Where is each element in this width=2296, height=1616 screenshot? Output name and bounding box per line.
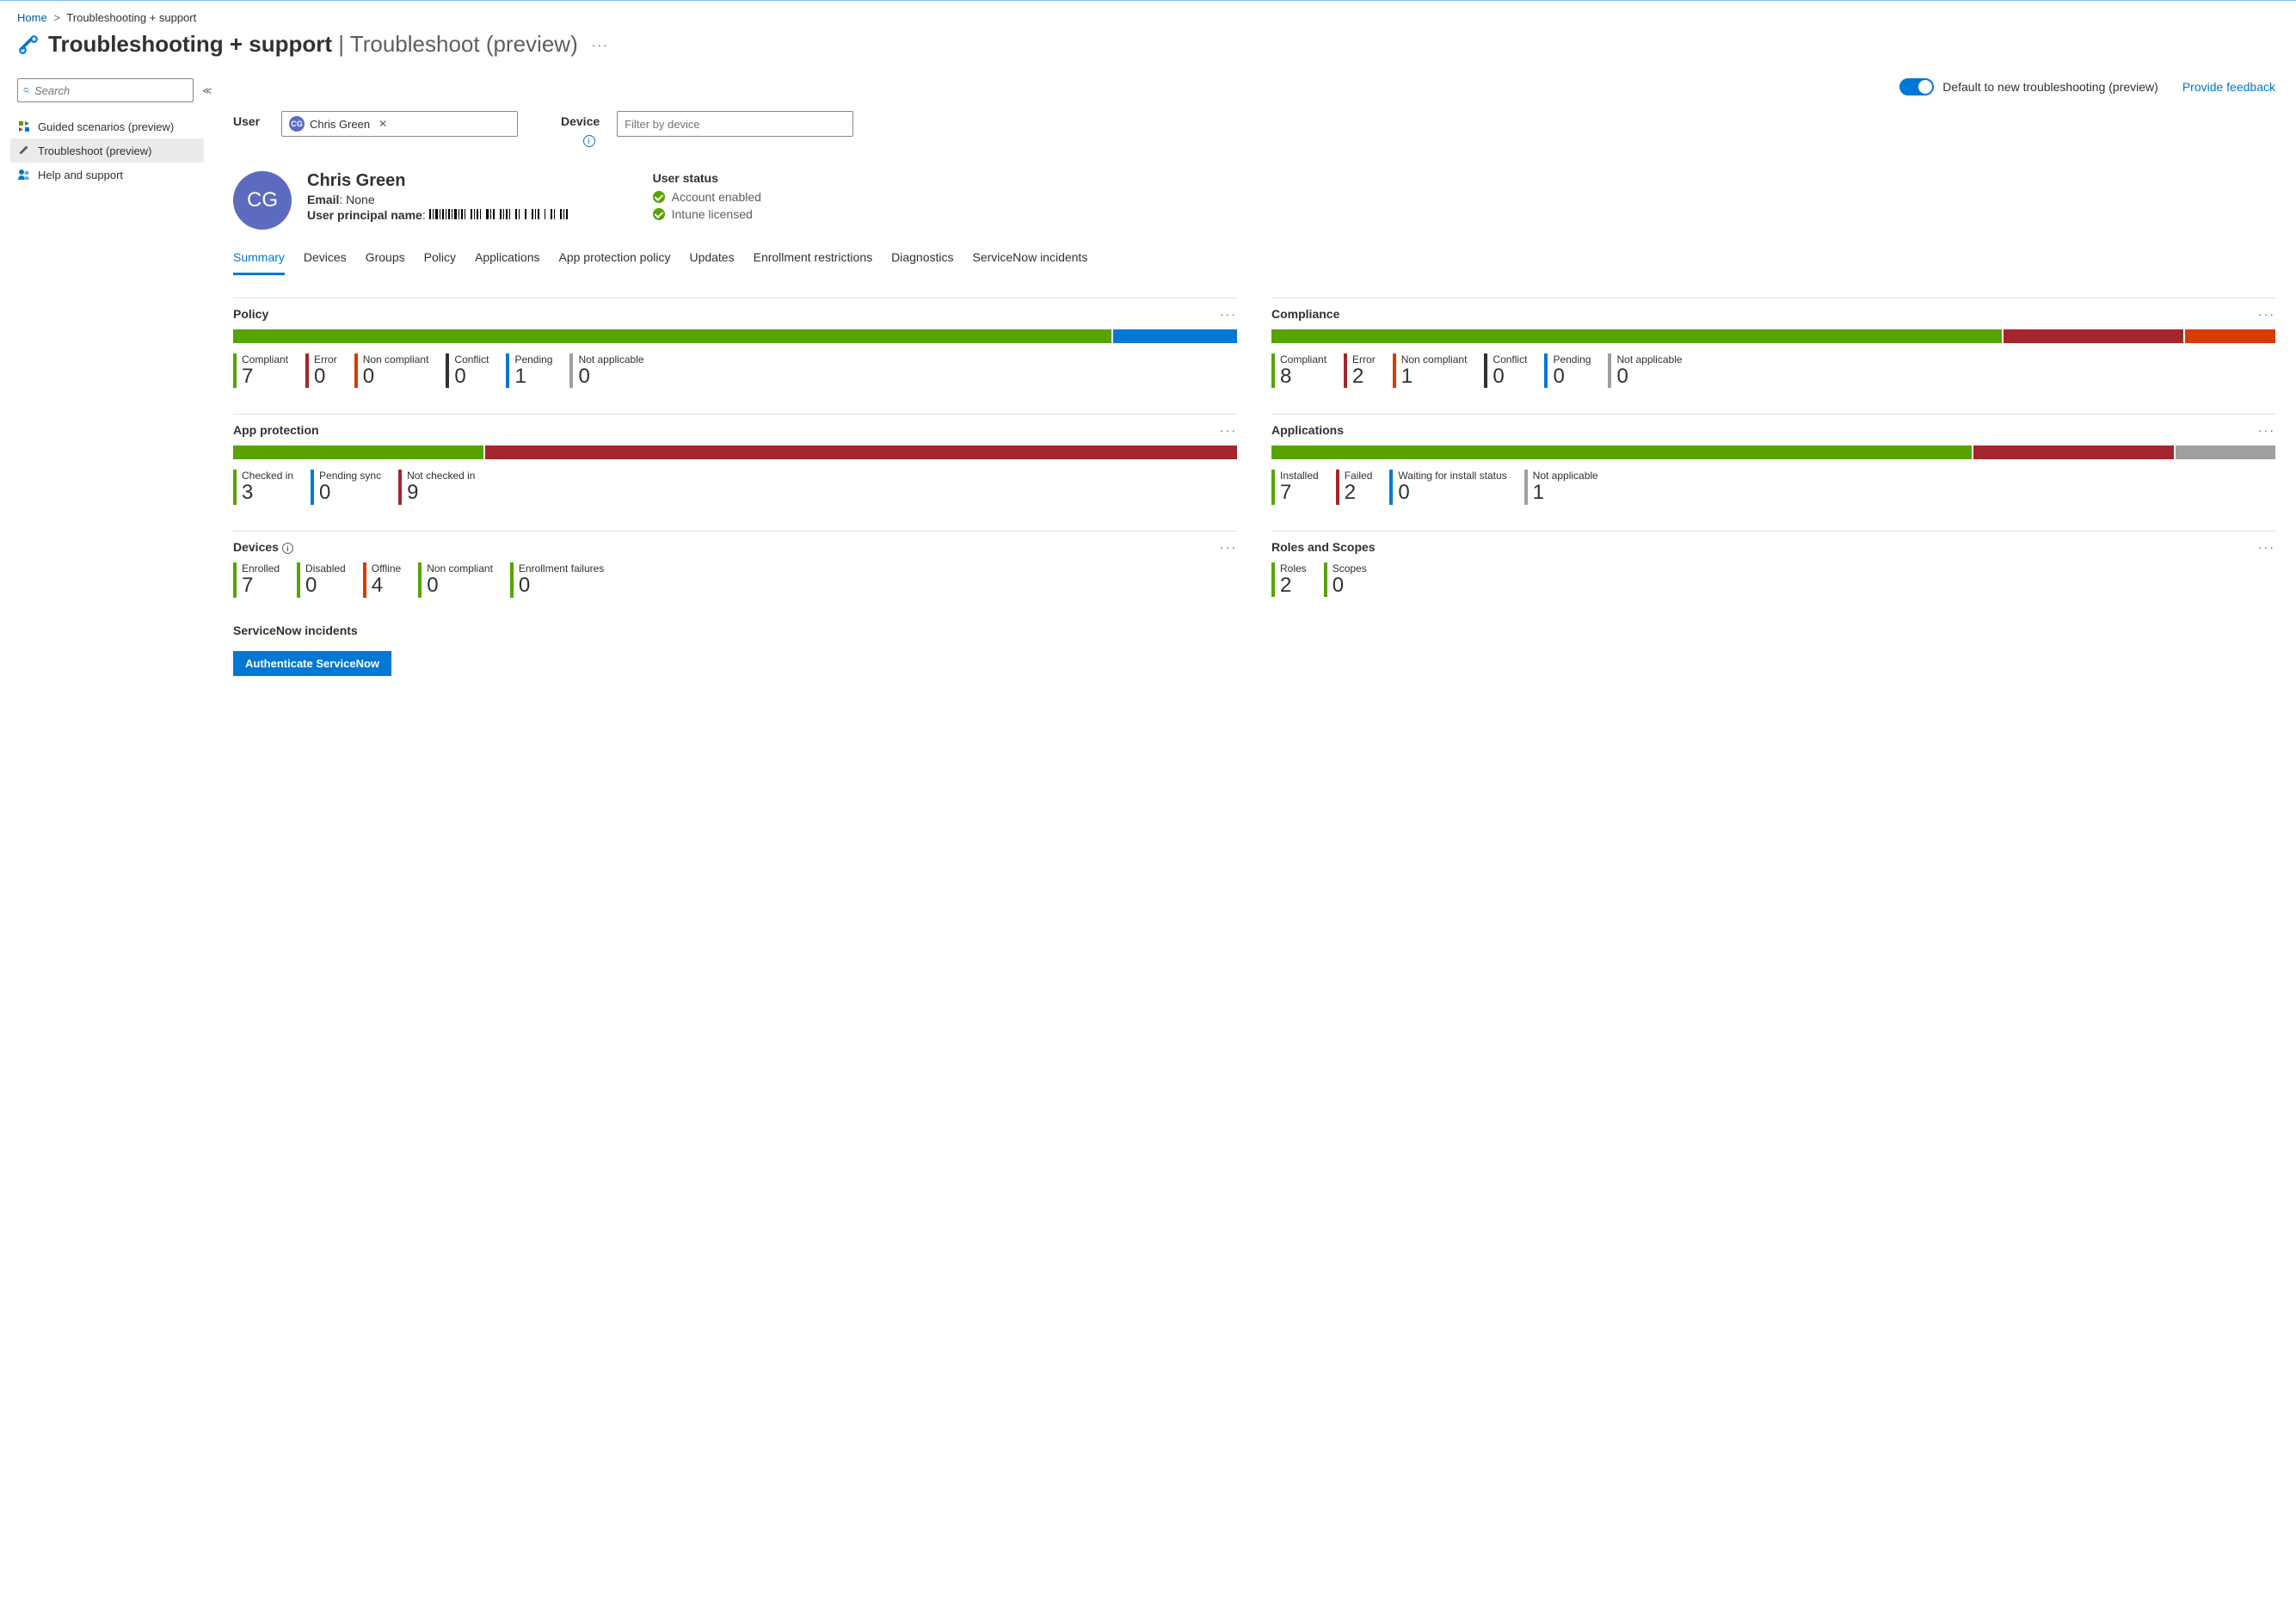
stat-roles[interactable]: Roles2: [1271, 562, 1319, 597]
sidebar-item-help-and-support[interactable]: Help and support: [10, 163, 204, 187]
status-bar: [1271, 329, 2275, 343]
stat-waiting-for-install-status[interactable]: Waiting for install status0: [1389, 470, 1518, 504]
stat-pending-sync[interactable]: Pending sync0: [311, 470, 393, 504]
user-filter-input[interactable]: CG Chris Green ✕: [281, 111, 518, 137]
stat-checked-in[interactable]: Checked in3: [233, 470, 305, 504]
provide-feedback-link[interactable]: Provide feedback: [2182, 80, 2275, 94]
stat-not-applicable[interactable]: Not applicable0: [569, 353, 656, 388]
card-compliance: Compliance ··· Compliant8Error2Non complia…: [1271, 298, 2275, 388]
tab-applications[interactable]: Applications: [475, 247, 540, 275]
user-chip-avatar: CG: [289, 116, 305, 132]
default-troubleshoot-toggle[interactable]: [1899, 78, 1934, 95]
status-bar: [233, 445, 1237, 459]
user-avatar: CG: [233, 171, 292, 230]
toolbar: Default to new troubleshooting (preview)…: [233, 78, 2275, 95]
clear-user-icon[interactable]: ✕: [379, 118, 387, 130]
upn-redacted: [429, 208, 576, 222]
tab-enrollment-restrictions[interactable]: Enrollment restrictions: [754, 247, 873, 275]
stat-error[interactable]: Error2: [1344, 353, 1388, 388]
card-more-icon[interactable]: ···: [2258, 540, 2275, 554]
user-chip[interactable]: CG Chris Green ✕: [286, 114, 391, 133]
sidebar-item-guided-scenarios-preview-[interactable]: Guided scenarios (preview): [10, 114, 204, 138]
stat-enrollment-failures[interactable]: Enrollment failures0: [510, 562, 616, 597]
card-applications: Applications ··· Installed7Failed2Waiting …: [1271, 414, 2275, 504]
tab-summary[interactable]: Summary: [233, 247, 285, 275]
tab-updates[interactable]: Updates: [689, 247, 734, 275]
card-title: Applications: [1271, 423, 1344, 437]
page-title: Troubleshooting + support | Troubleshoot…: [48, 31, 578, 58]
authenticate-servicenow-button[interactable]: Authenticate ServiceNow: [233, 651, 391, 676]
card-roles-and-scopes: Roles and Scopes ··· Roles2Scopes0: [1271, 531, 2275, 598]
user-filter-label: User: [233, 111, 281, 128]
stat-disabled[interactable]: Disabled0: [297, 562, 358, 597]
tab-servicenow-incidents[interactable]: ServiceNow incidents: [972, 247, 1087, 275]
breadcrumb-current: Troubleshooting + support: [66, 11, 196, 24]
device-filter-label: Device: [561, 111, 600, 128]
card-more-icon[interactable]: ···: [1220, 423, 1237, 437]
card-title: Roles and Scopes: [1271, 540, 1376, 554]
tool-icon: [17, 144, 31, 157]
status-bar: [1271, 445, 2275, 459]
header-more-icon[interactable]: ···: [592, 38, 609, 52]
card-more-icon[interactable]: ···: [2258, 307, 2275, 321]
stat-compliant[interactable]: Compliant8: [1271, 353, 1339, 388]
check-icon: [653, 191, 665, 203]
status-bar: [233, 329, 1237, 343]
card-title: Policy: [233, 307, 268, 321]
device-filter-input[interactable]: [617, 111, 853, 137]
tab-policy[interactable]: Policy: [424, 247, 456, 275]
search-icon: [23, 84, 29, 96]
card-more-icon[interactable]: ···: [1220, 540, 1237, 554]
user-name: Chris Green: [307, 171, 576, 191]
user-status: User status Account enabled Intune licen…: [653, 171, 761, 230]
stat-offline[interactable]: Offline4: [363, 562, 413, 597]
stat-non-compliant[interactable]: Non compliant1: [1393, 353, 1480, 388]
card-title: Devicesi: [233, 540, 293, 555]
tabs: Summary Devices Groups Policy Applications Ap…: [233, 247, 2275, 275]
stat-non-compliant[interactable]: Non compliant0: [354, 353, 441, 388]
breadcrumb-home[interactable]: Home: [17, 11, 47, 24]
tab-app-protection-policy[interactable]: App protection policy: [558, 247, 670, 275]
stat-scopes[interactable]: Scopes0: [1324, 562, 1379, 597]
stat-enrolled[interactable]: Enrolled7: [233, 562, 292, 597]
troubleshoot-icon: [17, 34, 40, 56]
card-policy: Policy ··· Compliant7Error0Non compliant0C…: [233, 298, 1237, 388]
toggle-label: Default to new troubleshooting (preview): [1942, 80, 2158, 94]
stat-installed[interactable]: Installed7: [1271, 470, 1331, 504]
guided-icon: [17, 120, 31, 133]
stat-pending[interactable]: Pending0: [1544, 353, 1603, 388]
page-header: Troubleshooting + support | Troubleshoot…: [0, 28, 2296, 75]
stat-not-applicable[interactable]: Not applicable1: [1524, 470, 1610, 504]
stat-not-applicable[interactable]: Not applicable0: [1608, 353, 1694, 388]
stat-failed[interactable]: Failed2: [1336, 470, 1385, 504]
sidebar-item-troubleshoot-preview-[interactable]: Troubleshoot (preview): [10, 138, 204, 163]
check-icon: [653, 208, 665, 220]
device-info-icon[interactable]: i: [583, 135, 595, 147]
stat-conflict[interactable]: Conflict0: [446, 353, 501, 388]
stat-non-compliant[interactable]: Non compliant0: [418, 562, 505, 597]
card-more-icon[interactable]: ···: [2258, 423, 2275, 437]
card-title: App protection: [233, 423, 319, 437]
card-more-icon[interactable]: ···: [1220, 307, 1237, 321]
tab-groups[interactable]: Groups: [366, 247, 405, 275]
stat-not-checked-in[interactable]: Not checked in9: [398, 470, 487, 504]
stat-pending[interactable]: Pending1: [506, 353, 564, 388]
stat-conflict[interactable]: Conflict0: [1484, 353, 1539, 388]
search-input[interactable]: [34, 84, 188, 97]
user-identity: CG Chris Green Email: None User principa…: [233, 171, 576, 230]
info-icon[interactable]: i: [282, 543, 293, 554]
card-app-protection: App protection ··· Checked in3Pending sync…: [233, 414, 1237, 504]
stat-error[interactable]: Error0: [305, 353, 349, 388]
sidebar-search[interactable]: [17, 78, 194, 102]
help-icon: [17, 168, 31, 181]
breadcrumb: Home > Troubleshooting + support: [0, 4, 2296, 28]
card-title: Compliance: [1271, 307, 1339, 321]
sidebar: ≪ Guided scenarios (preview)Troubleshoot…: [0, 78, 204, 702]
stat-compliant[interactable]: Compliant7: [233, 353, 300, 388]
tab-diagnostics[interactable]: Diagnostics: [891, 247, 953, 275]
servicenow-title: ServiceNow incidents: [233, 624, 2275, 637]
tab-devices[interactable]: Devices: [304, 247, 347, 275]
card-devices: Devicesi ··· Enrolled7Disabled0Offline4Non…: [233, 531, 1237, 598]
